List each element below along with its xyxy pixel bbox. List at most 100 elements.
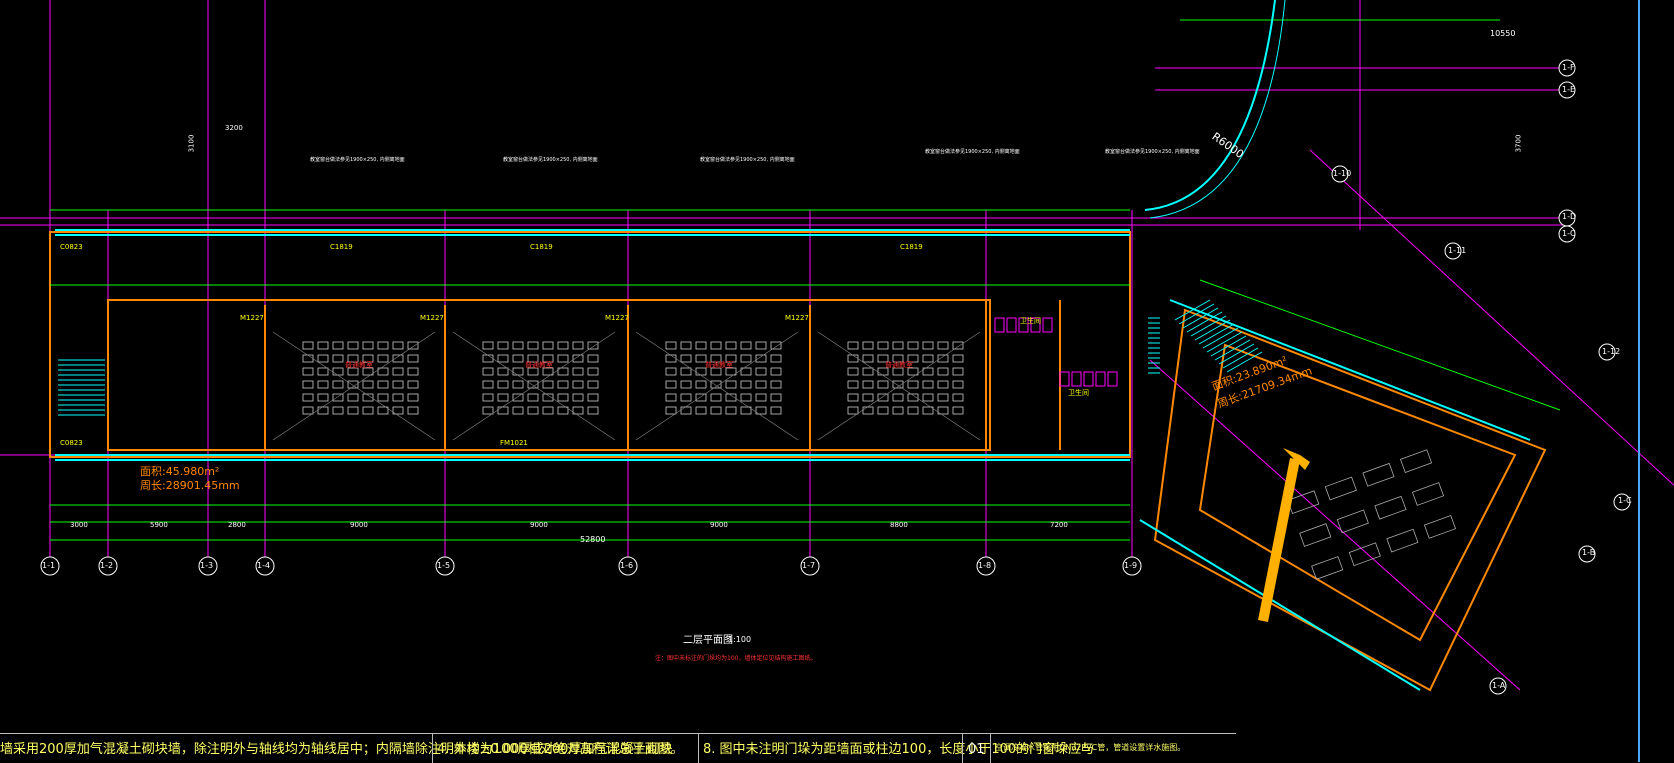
desk [877, 367, 889, 376]
desk [755, 380, 767, 389]
desk [680, 406, 692, 415]
window-tag: C0823 [60, 439, 83, 447]
desk [497, 341, 509, 350]
desk [695, 367, 707, 376]
desk [877, 380, 889, 389]
desk [332, 367, 344, 376]
desk [482, 393, 494, 402]
desk [755, 354, 767, 363]
desk [740, 341, 752, 350]
top-dim: 3100 [187, 134, 196, 153]
desk [862, 406, 874, 415]
desk [755, 367, 767, 376]
desk [482, 380, 494, 389]
desk [362, 367, 374, 376]
desk [665, 367, 677, 376]
room-label: 卫生间 [1020, 317, 1041, 325]
desk [952, 406, 964, 415]
desk [572, 354, 584, 363]
bay-dim: 7200 [1050, 521, 1068, 529]
desk [847, 380, 859, 389]
perimeter-label: 周长:28901.45mm [140, 479, 240, 492]
desk [695, 393, 707, 402]
room-label: 卫生间 [1068, 389, 1089, 397]
bay-dim: 2800 [228, 521, 246, 529]
desk [665, 393, 677, 402]
desk [317, 393, 329, 402]
desk [1399, 449, 1433, 474]
window-tag: C1819 [900, 243, 923, 251]
grid-label-bottom: 1-3 [200, 561, 214, 570]
stair-tread [1194, 319, 1231, 341]
desk [680, 354, 692, 363]
note-cell: 01 [962, 734, 991, 763]
desk [847, 406, 859, 415]
dimension-lines [50, 19, 1561, 541]
desk [907, 406, 919, 415]
desk [497, 354, 509, 363]
desk [740, 393, 752, 402]
desk [937, 380, 949, 389]
desk [512, 354, 524, 363]
desk [587, 380, 599, 389]
desk [332, 341, 344, 350]
window-tag: M1227 [240, 314, 264, 322]
desk [937, 367, 949, 376]
desk [665, 380, 677, 389]
desk [710, 367, 722, 376]
grid-label-diagonal: 1-A [1492, 681, 1506, 690]
grid-label-bottom: 1-1 [42, 561, 56, 570]
desk [710, 393, 722, 402]
desk [377, 406, 389, 415]
toilet-stall [1059, 371, 1070, 387]
desk [377, 380, 389, 389]
desk [527, 367, 539, 376]
toilet-stall [1107, 371, 1118, 387]
desk [587, 367, 599, 376]
callout-text: 教室窗台做法参见1900×250, 内侧离地面 [310, 157, 405, 163]
desk [332, 354, 344, 363]
desk [332, 380, 344, 389]
grid-label-bottom: 1-5 [437, 561, 451, 570]
desk [362, 380, 374, 389]
desk [302, 393, 314, 402]
desk [907, 367, 919, 376]
desk [557, 354, 569, 363]
drawing-scale: 1:100 [728, 635, 752, 644]
desk [362, 341, 374, 350]
desk [497, 393, 509, 402]
desk [952, 341, 964, 350]
desk [482, 341, 494, 350]
desk [527, 406, 539, 415]
bay-dim: 5900 [150, 521, 168, 529]
window-tag: C1819 [330, 243, 353, 251]
drawing-title: 二层平面图 [683, 635, 733, 646]
desk [497, 380, 509, 389]
desk [392, 380, 404, 389]
desk [572, 341, 584, 350]
desk [892, 406, 904, 415]
desk [332, 406, 344, 415]
desk [907, 341, 919, 350]
desk [770, 341, 782, 350]
desk [695, 341, 707, 350]
room-label: 普通教室 [525, 361, 553, 369]
desk [847, 367, 859, 376]
cad-drawing-canvas[interactable] [0, 0, 1674, 762]
desk [755, 341, 767, 350]
desk [862, 380, 874, 389]
desk [407, 380, 419, 389]
desk [862, 341, 874, 350]
desk [740, 406, 752, 415]
desk [1311, 556, 1344, 580]
desk [892, 367, 904, 376]
bay-dim: 8800 [890, 521, 908, 529]
room-label: 普通教室 [705, 361, 733, 369]
desk [952, 367, 964, 376]
grid-label-bottom: 1-6 [620, 561, 634, 570]
room-label: 普通教室 [885, 361, 913, 369]
desk [317, 406, 329, 415]
desk [557, 393, 569, 402]
desk [770, 406, 782, 415]
desk [695, 380, 707, 389]
